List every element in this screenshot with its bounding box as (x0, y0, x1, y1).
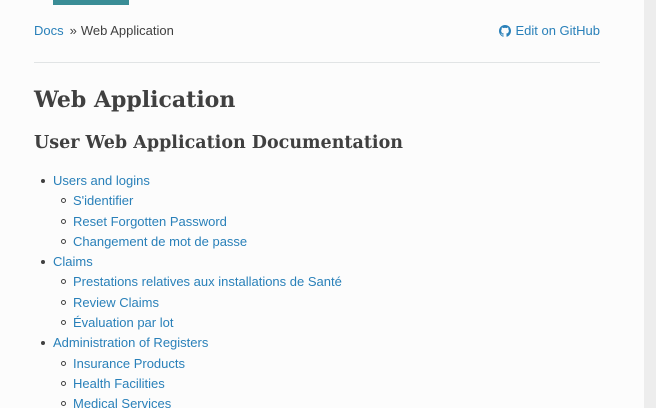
edit-on-github-link[interactable]: Edit on GitHub (499, 22, 600, 40)
bullet-icon (41, 260, 45, 265)
toc-link[interactable]: Changement de mot de passe (73, 234, 247, 249)
toc-link[interactable]: Administration of Registers (53, 335, 208, 350)
toc-link[interactable]: Health Facilities (73, 376, 165, 391)
breadcrumb-separator: » (69, 23, 77, 38)
toc-section-item: Claims (40, 252, 342, 272)
hollow-bullet-icon (61, 380, 66, 386)
hollow-bullet-icon (61, 401, 66, 407)
top-accent-bar (53, 0, 129, 5)
toc-subsection-item: S'identifier (40, 191, 342, 211)
edit-on-github-label: Edit on GitHub (515, 23, 600, 38)
page-subtitle: User Web Application Documentation (34, 133, 403, 153)
toc-subsection-item: Évaluation par lot (40, 313, 342, 333)
toc-subsection-item: Health Facilities (40, 374, 342, 394)
breadcrumb-docs-link[interactable]: Docs (34, 23, 64, 38)
page-scroll-edge (644, 0, 656, 408)
header-divider (34, 62, 600, 63)
breadcrumb: Docs » Web Application Edit on GitHub (34, 22, 600, 40)
toc-link[interactable]: Évaluation par lot (73, 315, 173, 330)
bullet-icon (41, 341, 45, 346)
toc-link[interactable]: Prestations relatives aux installations … (73, 274, 342, 289)
hollow-bullet-icon (61, 279, 66, 285)
toc-section-item: Administration of Registers (40, 333, 342, 353)
hollow-bullet-icon (61, 299, 66, 305)
toc-subsection-item: Reset Forgotten Password (40, 212, 342, 232)
toc-subsection-item: Changement de mot de passe (40, 232, 342, 252)
hollow-bullet-icon (61, 198, 66, 204)
toc-link[interactable]: S'identifier (73, 193, 133, 208)
toc-subsection-item: Insurance Products (40, 354, 342, 374)
toc-subsection-item: Review Claims (40, 293, 342, 313)
hollow-bullet-icon (61, 238, 66, 244)
breadcrumb-current: Web Application (80, 23, 174, 38)
hollow-bullet-icon (61, 320, 66, 326)
toc-section-item: Users and logins (40, 171, 342, 191)
toc-subsection-item: Prestations relatives aux installations … (40, 272, 342, 292)
toc-list: Users and logins S'identifier Reset Forgot… (40, 171, 342, 408)
toc-subsection-item: Medical Services (40, 394, 342, 408)
bullet-icon (41, 179, 45, 183)
toc-link[interactable]: Reset Forgotten Password (73, 214, 227, 229)
hollow-bullet-icon (61, 218, 66, 224)
github-icon (499, 25, 512, 37)
toc-link[interactable]: Review Claims (73, 295, 159, 310)
toc-link[interactable]: Users and logins (53, 173, 150, 188)
page-title: Web Application (34, 87, 236, 113)
hollow-bullet-icon (61, 360, 66, 366)
toc-link[interactable]: Insurance Products (73, 356, 185, 371)
toc-link[interactable]: Claims (53, 254, 93, 269)
toc-link[interactable]: Medical Services (73, 396, 171, 408)
